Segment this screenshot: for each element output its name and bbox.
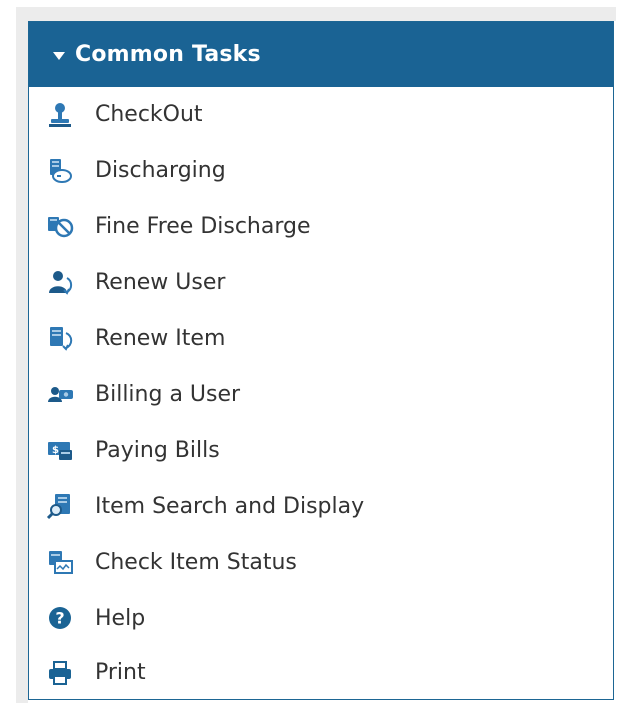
common-tasks-panel: Common Tasks CheckOut Discharging Fine F…: [28, 21, 614, 700]
fine-free-discharge-icon: [46, 212, 74, 240]
task-checkout[interactable]: CheckOut: [29, 87, 613, 142]
task-label: Print: [95, 660, 146, 685]
task-label: Check Item Status: [95, 549, 297, 575]
collapse-caret-icon[interactable]: [53, 51, 65, 60]
task-check-item-status[interactable]: Check Item Status: [29, 534, 613, 590]
task-discharging[interactable]: Discharging: [29, 142, 613, 198]
panel-title: Common Tasks: [75, 42, 261, 67]
task-label: Fine Free Discharge: [95, 213, 311, 239]
task-help[interactable]: ? Help: [29, 590, 613, 646]
print-icon: [46, 659, 74, 687]
svg-text:?: ?: [55, 609, 64, 628]
task-fine-free-discharge[interactable]: Fine Free Discharge: [29, 198, 613, 254]
task-paying-bills[interactable]: $ Paying Bills: [29, 422, 613, 478]
item-status-icon: [46, 548, 74, 576]
renew-item-icon: [46, 324, 74, 352]
task-label: CheckOut: [95, 102, 203, 127]
task-label: Renew User: [95, 269, 226, 295]
task-item-search-and-display[interactable]: Item Search and Display: [29, 478, 613, 534]
task-label: Paying Bills: [95, 437, 220, 463]
renew-user-icon: [46, 268, 74, 296]
help-icon: ?: [46, 604, 74, 632]
task-renew-user[interactable]: Renew User: [29, 254, 613, 310]
top-gray-band: [16, 7, 616, 21]
task-label: Help: [95, 605, 146, 631]
task-list: CheckOut Discharging Fine Free Discharge…: [29, 87, 613, 699]
checkout-stamp-icon: [46, 101, 74, 129]
task-label: Discharging: [95, 157, 226, 183]
discharge-books-icon: [46, 156, 74, 184]
left-gray-band: [16, 7, 28, 703]
task-label: Billing a User: [95, 381, 241, 407]
task-renew-item[interactable]: Renew Item: [29, 310, 613, 366]
task-billing-a-user[interactable]: Billing a User: [29, 366, 613, 422]
task-label: Item Search and Display: [95, 493, 365, 519]
billing-user-icon: [46, 380, 74, 408]
task-label: Renew Item: [95, 325, 226, 351]
item-search-icon: [46, 492, 74, 520]
svg-text:$: $: [52, 445, 59, 456]
paying-bills-icon: $: [46, 436, 74, 464]
task-print[interactable]: Print: [29, 646, 613, 699]
panel-header[interactable]: Common Tasks: [29, 22, 613, 87]
